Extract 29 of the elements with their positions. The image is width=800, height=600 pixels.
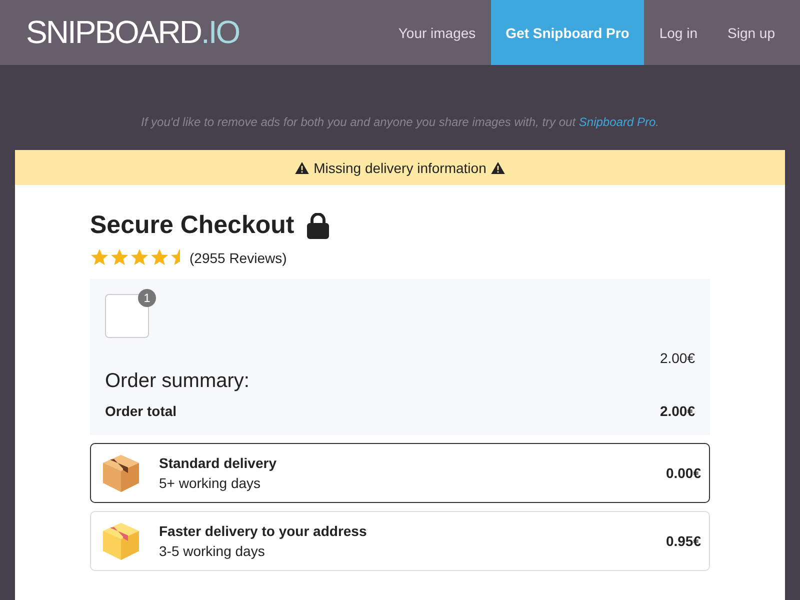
star-icon	[110, 248, 129, 267]
banner-text: Missing delivery information	[314, 160, 486, 176]
option-name: Standard delivery	[159, 455, 278, 471]
option-time: 5+ working days	[159, 475, 262, 491]
nav-link[interactable]: Your images	[383, 0, 491, 65]
page-title: Secure Checkout	[90, 211, 294, 240]
warning-icon	[491, 162, 506, 174]
option-time: 3-5 working days	[159, 543, 266, 559]
delivery-option[interactable]: Standard delivery 5+ working days 0.00€	[90, 443, 710, 503]
total-label: Order total	[105, 403, 177, 419]
pro-link[interactable]: Snipboard Pro	[578, 115, 656, 129]
total-amount: 2.00€	[660, 403, 695, 419]
star-icon	[90, 248, 109, 267]
nav-link[interactable]: Log in	[644, 0, 713, 65]
nav-link[interactable]: Get Snipboard Pro	[490, 0, 644, 65]
option-price: 0.95€	[666, 533, 701, 549]
summary-heading: Order summary:	[105, 370, 250, 393]
option-name: Faster delivery to your address	[159, 523, 368, 539]
lock-icon	[306, 212, 330, 238]
notice-text: If you'd like to remove ads for both you and anyone you share images with, try out Snipboard Pro.	[140, 115, 660, 129]
star-icon	[130, 248, 149, 267]
quantity-badge: 1	[138, 289, 156, 307]
nav-link[interactable]: Sign up	[712, 0, 800, 65]
option-price: 0.00€	[666, 465, 701, 481]
delivery-option[interactable]: Faster delivery to your address 3-5 working days 0.95€	[90, 511, 710, 571]
item-price: 2.00€	[660, 350, 695, 366]
logo-text[interactable]: SNIPBOARD.IO	[26, 14, 240, 51]
review-count: (2955 Reviews)	[190, 250, 287, 266]
warning-icon	[294, 162, 309, 174]
